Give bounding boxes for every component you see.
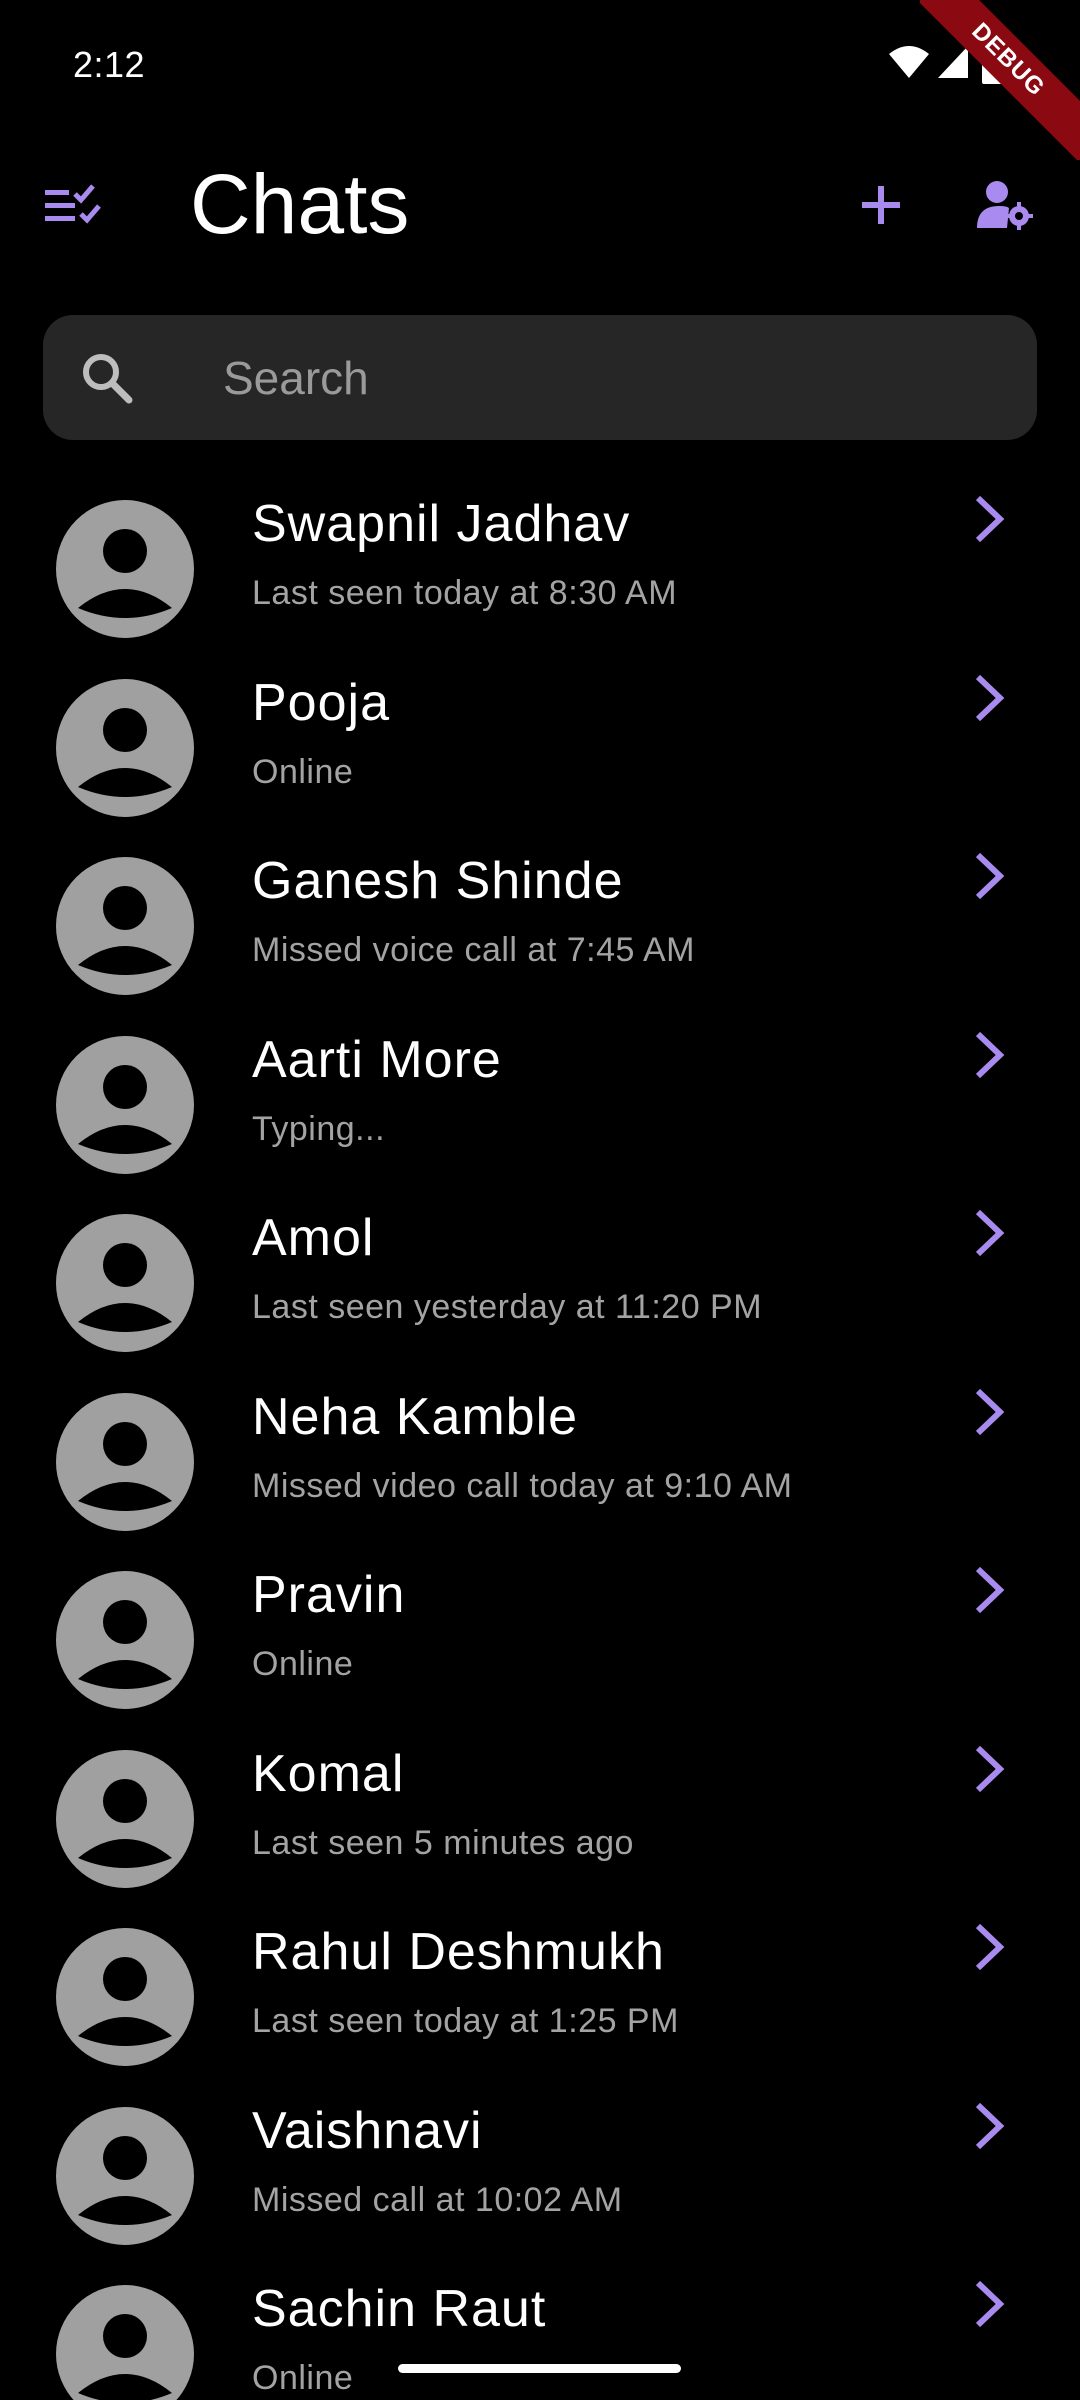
chevron-right-icon xyxy=(975,495,1005,543)
battery-icon xyxy=(982,44,1004,84)
add-icon xyxy=(862,186,900,224)
chat-name: Sachin Raut xyxy=(252,2280,547,2338)
chat-list-item[interactable]: Ganesh Shinde Missed voice call at 7:45 … xyxy=(0,837,1080,1015)
search-input[interactable] xyxy=(179,315,999,440)
chat-name: Swapnil Jadhav xyxy=(252,495,631,553)
avatar-icon xyxy=(56,2107,194,2245)
chevron-right-icon xyxy=(975,1923,1005,1971)
avatar-icon xyxy=(56,1036,194,1174)
wifi-icon xyxy=(889,46,929,78)
chat-status: Missed call at 10:02 AM xyxy=(252,2181,623,2219)
chat-status: Typing... xyxy=(252,1110,386,1148)
chat-status: Online xyxy=(252,2359,354,2397)
app-bar: Chats xyxy=(0,130,1080,280)
chat-name: Neha Kamble xyxy=(252,1388,579,1446)
chat-name: Komal xyxy=(252,1745,405,1803)
chat-list-item[interactable]: Amol Last seen yesterday at 11:20 PM xyxy=(0,1194,1080,1372)
chat-list-item[interactable]: Swapnil Jadhav Last seen today at 8:30 A… xyxy=(0,480,1080,658)
chevron-right-icon xyxy=(975,1031,1005,1079)
chevron-right-icon xyxy=(975,1745,1005,1793)
chevron-right-icon xyxy=(975,2102,1005,2150)
avatar-icon xyxy=(56,1928,194,2066)
chat-status: Online xyxy=(252,753,354,791)
chat-list-item[interactable]: Vaishnavi Missed call at 10:02 AM xyxy=(0,2087,1080,2265)
avatar-icon xyxy=(56,1571,194,1709)
search-bar[interactable] xyxy=(43,315,1037,440)
search-icon xyxy=(83,354,133,404)
cellular-icon xyxy=(938,46,968,78)
chat-list-item[interactable]: Pooja Online xyxy=(0,659,1080,837)
chat-status: Last seen today at 1:25 PM xyxy=(252,2002,679,2040)
chat-list-item[interactable]: Komal Last seen 5 minutes ago xyxy=(0,1730,1080,1908)
chat-list-item[interactable]: Pravin Online xyxy=(0,1551,1080,1729)
chevron-right-icon xyxy=(975,1388,1005,1436)
chat-status: Online xyxy=(252,1645,354,1683)
chat-status: Missed video call today at 9:10 AM xyxy=(252,1467,793,1505)
chat-list: Swapnil Jadhav Last seen today at 8:30 A… xyxy=(0,480,1080,2400)
chat-name: Ganesh Shinde xyxy=(252,852,624,910)
chat-name: Pooja xyxy=(252,674,390,732)
status-time: 2:12 xyxy=(73,44,146,85)
new-chat-button[interactable] xyxy=(836,160,926,250)
avatar-icon xyxy=(56,1214,194,1352)
chevron-right-icon xyxy=(975,674,1005,722)
checklist-icon xyxy=(45,184,101,224)
chevron-right-icon xyxy=(975,1209,1005,1257)
account-settings-button[interactable] xyxy=(960,160,1050,250)
chat-name: Rahul Deshmukh xyxy=(252,1923,665,1981)
select-chats-button[interactable] xyxy=(28,160,118,250)
avatar-icon xyxy=(56,500,194,638)
chat-status: Last seen yesterday at 11:20 PM xyxy=(252,1288,763,1326)
status-bar: 2:12 xyxy=(0,0,1080,130)
chat-list-item[interactable]: Aarti More Typing... xyxy=(0,1016,1080,1194)
chat-status: Last seen 5 minutes ago xyxy=(252,1824,634,1862)
chevron-right-icon xyxy=(975,1566,1005,1614)
avatar-icon xyxy=(56,2285,194,2400)
chat-name: Aarti More xyxy=(252,1031,502,1089)
page-title: Chats xyxy=(190,157,410,251)
avatar-icon xyxy=(56,857,194,995)
chat-list-item[interactable]: Sachin Raut Online xyxy=(0,2265,1080,2400)
gesture-bar[interactable] xyxy=(398,2364,681,2373)
chat-status: Missed voice call at 7:45 AM xyxy=(252,931,695,969)
manage-accounts-icon xyxy=(977,181,1033,230)
chevron-right-icon xyxy=(975,2280,1005,2328)
avatar-icon xyxy=(56,1750,194,1888)
chat-list-item[interactable]: Rahul Deshmukh Last seen today at 1:25 P… xyxy=(0,1908,1080,2086)
status-icons xyxy=(888,44,1018,84)
chat-name: Vaishnavi xyxy=(252,2102,483,2160)
chat-status: Last seen today at 8:30 AM xyxy=(252,574,678,612)
chevron-right-icon xyxy=(975,852,1005,900)
avatar-icon xyxy=(56,679,194,817)
chat-name: Pravin xyxy=(252,1566,406,1624)
avatar-icon xyxy=(56,1393,194,1531)
chat-list-item[interactable]: Neha Kamble Missed video call today at 9… xyxy=(0,1373,1080,1551)
chat-name: Amol xyxy=(252,1209,375,1267)
